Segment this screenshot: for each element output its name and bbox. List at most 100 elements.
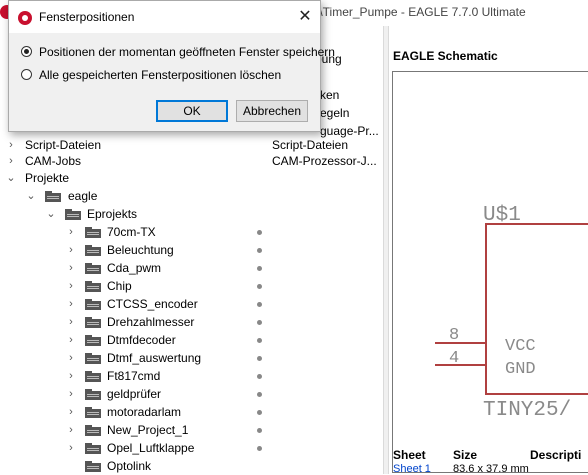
status-dot-icon bbox=[257, 338, 262, 343]
project-folder-icon bbox=[85, 425, 101, 436]
status-dot-icon bbox=[257, 302, 262, 307]
dialog-titlebar[interactable]: Fensterpositionen ✕ bbox=[9, 1, 320, 33]
folder-icon bbox=[45, 191, 61, 202]
tree-item-label: Chip bbox=[107, 279, 132, 293]
close-icon[interactable]: ✕ bbox=[290, 1, 320, 33]
tree-item-label: eagle bbox=[68, 189, 98, 203]
project-folder-icon bbox=[85, 461, 101, 472]
project-folder-icon bbox=[85, 443, 101, 454]
project-folder-icon bbox=[85, 371, 101, 382]
folder-icon bbox=[65, 209, 81, 220]
pin-name-label: GND bbox=[505, 360, 536, 379]
chevron-right-icon[interactable]: › bbox=[66, 385, 76, 403]
tree-project-row[interactable]: › Cda_pwm bbox=[0, 259, 383, 277]
status-dot-icon bbox=[257, 248, 262, 253]
ok-button[interactable]: OK bbox=[156, 100, 228, 122]
chevron-right-icon[interactable]: › bbox=[66, 313, 76, 331]
chevron-right-icon[interactable]: › bbox=[66, 259, 76, 277]
sheet-link[interactable]: Sheet 1 bbox=[393, 463, 431, 475]
radio-button[interactable] bbox=[21, 69, 32, 80]
status-dot-icon bbox=[257, 410, 262, 415]
tree-desc-0: ken bbox=[320, 88, 340, 102]
tree-project-row[interactable]: › CTCSS_encoder bbox=[0, 295, 383, 313]
preview-panel: EAGLE Schematic U$1 8 4 VCC GND TINY25/ … bbox=[389, 26, 588, 475]
tree-project-row[interactable]: Optolink bbox=[0, 457, 383, 475]
fensterpositionen-dialog: Fensterpositionen ✕ Positionen der momen… bbox=[8, 0, 335, 132]
chevron-down-icon[interactable]: ⌄ bbox=[46, 205, 56, 223]
chevron-right-icon[interactable]: › bbox=[66, 223, 76, 241]
part-body-outline bbox=[485, 223, 588, 395]
tree-item-label: CAM-Jobs bbox=[25, 154, 82, 168]
chevron-right-icon[interactable]: › bbox=[66, 349, 76, 367]
project-folder-icon bbox=[85, 317, 101, 328]
dialog-title: Fensterpositionen bbox=[39, 10, 135, 24]
status-dot-icon bbox=[257, 266, 262, 271]
status-dot-icon bbox=[257, 446, 262, 451]
tree-project-row[interactable]: › Dtmfdecoder bbox=[0, 331, 383, 349]
tree-item-label: Beleuchtung bbox=[107, 243, 174, 257]
tree-desc-1: egeln bbox=[320, 106, 350, 120]
tree-item-label: Dtmfdecoder bbox=[107, 333, 176, 347]
chevron-right-icon[interactable]: › bbox=[66, 439, 76, 457]
project-folder-icon bbox=[85, 299, 101, 310]
chevron-right-icon[interactable]: › bbox=[66, 241, 76, 259]
radio-button-selected[interactable] bbox=[21, 46, 32, 57]
tree-item-label: New_Project_1 bbox=[107, 423, 189, 437]
tree-item-label: Ft817cmd bbox=[107, 369, 161, 383]
preview-title: EAGLE Schematic bbox=[393, 49, 498, 63]
status-dot-icon bbox=[257, 320, 262, 325]
pin-number-label: 4 bbox=[449, 349, 459, 368]
tree-project-row[interactable]: › geldprüfer bbox=[0, 385, 383, 403]
tree-item-label: 70cm-TX bbox=[107, 225, 156, 239]
tree-item-label: Opel_Luftklappe bbox=[107, 441, 195, 455]
chevron-down-icon[interactable]: ⌄ bbox=[6, 169, 16, 187]
tree-project-row[interactable]: › Beleuchtung bbox=[0, 241, 383, 259]
tree-project-row[interactable]: › Chip bbox=[0, 277, 383, 295]
tree-item-label: Eprojekts bbox=[87, 207, 138, 221]
tree-item-label: Cda_pwm bbox=[107, 261, 162, 275]
chevron-right-icon[interactable]: › bbox=[66, 421, 76, 439]
project-folder-icon bbox=[85, 245, 101, 256]
project-folder-icon bbox=[85, 227, 101, 238]
eagle-app-icon bbox=[18, 11, 32, 25]
tree-project-row[interactable]: › New_Project_1 bbox=[0, 421, 383, 439]
pin-number-label: 8 bbox=[449, 326, 459, 345]
chevron-right-icon[interactable]: › bbox=[66, 295, 76, 313]
project-folder-icon bbox=[85, 263, 101, 274]
description-column-header: Descripti bbox=[530, 448, 582, 462]
app-title: kts\Timer_Pumpe - EAGLE 7.7.0 Ultimate bbox=[304, 5, 526, 19]
chevron-down-icon[interactable]: ⌄ bbox=[26, 187, 36, 205]
size-column-header: Size bbox=[453, 448, 478, 462]
tree-project-row[interactable]: › motoradarlam bbox=[0, 403, 383, 421]
tree-item-cam-jobs[interactable]: › CAM-Jobs CAM-Prozessor-J... bbox=[0, 152, 383, 170]
radio-label: Positionen der momentan geöffneten Fenst… bbox=[39, 45, 335, 59]
schematic-symbol: U$1 8 4 VCC GND TINY25/ bbox=[435, 204, 588, 422]
chevron-right-icon[interactable]: › bbox=[66, 331, 76, 349]
chevron-right-icon[interactable]: › bbox=[66, 367, 76, 385]
pin-name-label: VCC bbox=[505, 337, 536, 356]
tree-item-label: geldprüfer bbox=[107, 387, 162, 401]
project-folder-icon bbox=[85, 407, 101, 418]
cancel-button[interactable]: Abbrechen bbox=[236, 100, 308, 122]
status-dot-icon bbox=[257, 230, 262, 235]
tree-project-row[interactable]: › Drehzahlmesser bbox=[0, 313, 383, 331]
tree-project-row[interactable]: › Ft817cmd bbox=[0, 367, 383, 385]
chevron-right-icon[interactable]: › bbox=[66, 277, 76, 295]
project-folder-icon bbox=[85, 389, 101, 400]
tree-project-row[interactable]: › Opel_Luftklappe bbox=[0, 439, 383, 457]
project-folder-icon bbox=[85, 335, 101, 346]
chevron-right-icon[interactable]: › bbox=[6, 152, 16, 170]
chevron-right-icon[interactable]: › bbox=[66, 403, 76, 421]
tree-item-label: Optolink bbox=[107, 459, 152, 473]
tree-project-row[interactable]: › 70cm-TX bbox=[0, 223, 383, 241]
tree-item-label: CTCSS_encoder bbox=[107, 297, 198, 311]
sheet-size: 83.6 x 37.9 mm bbox=[453, 463, 529, 475]
project-folder-icon bbox=[85, 281, 101, 292]
tree-item-label: Drehzahlmesser bbox=[107, 315, 195, 329]
status-dot-icon bbox=[257, 374, 262, 379]
tree-project-row[interactable]: › Dtmf_auswertung bbox=[0, 349, 383, 367]
radio-label: Alle gespeicherten Fensterpositionen lös… bbox=[39, 68, 282, 82]
part-value-label: TINY25/ bbox=[483, 399, 571, 422]
tree-item-desc: CAM-Prozessor-J... bbox=[272, 154, 377, 168]
status-dot-icon bbox=[257, 284, 262, 289]
